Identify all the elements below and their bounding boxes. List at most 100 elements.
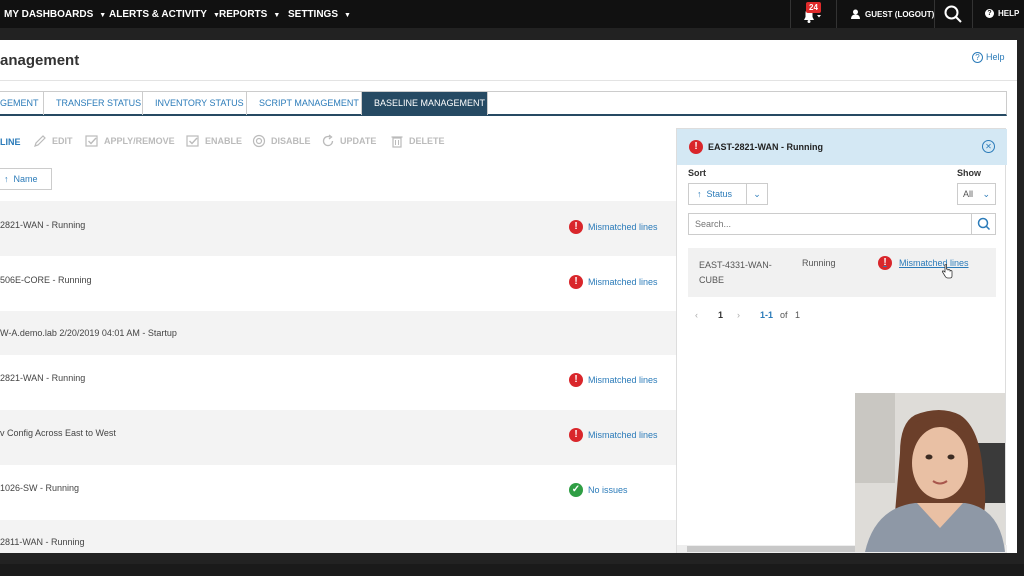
list-item-status-label: Mismatched lines [588,222,658,232]
nav-reports[interactable]: REPORTS ▼ [219,9,280,20]
tab-script-management[interactable]: SCRIPT MANAGEMENT [247,92,362,115]
panel-header: ! EAST-2821-WAN - Running ✕ [677,129,1007,165]
nav-my-dashboards-label: MY DASHBOARDS [4,9,94,20]
nav-divider [790,0,791,28]
update-button[interactable]: UPDATE [321,134,376,148]
list-item[interactable]: W-A.demo.lab 2/20/2019 04:01 AM - Startu… [0,311,676,355]
result-name-line1: EAST-4331-WAN- [699,260,772,270]
page-range: 1-1 [760,310,774,320]
presenter-video [855,393,1005,552]
list-item-status-label: Mismatched lines [588,277,658,287]
edit-label: EDIT [52,136,73,146]
arrow-up-icon: ↑ [697,189,702,199]
list-item[interactable]: 2821-WAN - Running ! Mismatched lines [0,355,676,410]
tab-management[interactable]: GEMENT [0,92,44,115]
close-icon[interactable]: ✕ [982,140,995,153]
list-item-name: 1026-SW - Running [0,483,80,493]
nav-settings[interactable]: SETTINGS ▼ [288,9,351,20]
chevron-down-icon: ▼ [273,12,281,19]
delete-button[interactable]: DELETE [390,134,445,148]
sort-select[interactable]: ↑ Status ⌄ [688,183,768,205]
list-item-status[interactable]: ! Mismatched lines [569,373,658,387]
list-item-status[interactable]: ! Mismatched lines [569,220,658,234]
show-label: Show [957,168,981,178]
panel-title-label: EAST-2821-WAN - Running [708,142,824,152]
baseline-button-label: LINE [0,137,21,147]
list-item-status[interactable]: ! Mismatched lines [569,428,658,442]
enable-button[interactable]: ENABLE [186,134,242,148]
baseline-button[interactable]: LINE [0,137,21,147]
current-page[interactable]: 1 [718,310,723,320]
chevron-down-icon[interactable]: ⌄ [746,184,767,204]
search-input[interactable] [689,214,971,234]
result-name-line2: CUBE [699,275,725,285]
show-select[interactable]: All ⌄ [957,183,996,205]
list-item-status-label: Mismatched lines [588,430,658,440]
nav-alerts-activity[interactable]: ALERTS & ACTIVITY ▼ [109,9,220,20]
result-item[interactable]: EAST-4331-WAN- CUBE Running ! Mismatched l… [688,248,996,297]
tab-baseline-management[interactable]: BASELINE MANAGEMENT [362,92,488,115]
hand-cursor-icon [941,264,953,279]
list-item-name: 2811-WAN - Running [0,537,85,547]
chevron-down-icon: ▼ [344,12,351,19]
list-item[interactable]: 2811-WAN - Running [0,520,676,553]
list-item-name: v Config Across East to West [0,428,116,438]
global-search-button[interactable] [944,5,962,26]
sort-name-label: Name [13,174,38,184]
nav-reports-label: REPORTS [219,9,268,20]
tab-transfer-status[interactable]: TRANSFER STATUS [44,92,143,115]
chevron-left-icon[interactable]: ‹ [695,310,698,320]
tab-inventory-status[interactable]: INVENTORY STATUS [143,92,247,115]
sort-by-name-button[interactable]: ↑ Name [0,168,52,190]
error-icon: ! [569,373,583,387]
page-of-label: of [780,310,788,320]
mismatched-lines-link[interactable]: ! Mismatched lines [878,256,969,270]
chevron-down-icon: ▼ [99,12,107,19]
trash-icon [391,136,403,148]
apply-remove-button[interactable]: APPLY/REMOVE [85,134,175,148]
enable-label: ENABLE [205,136,243,146]
panel-title: ! EAST-2821-WAN - Running [689,140,823,154]
title-divider [0,80,1017,81]
disable-icon [252,134,266,148]
user-icon [851,9,860,19]
nav-settings-label: SETTINGS [288,9,339,20]
top-nav-bar: MY DASHBOARDS ▼ ALERTS & ACTIVITY ▼ REPORT… [0,0,1024,28]
list-item[interactable]: v Config Across East to West ! Mismatched… [0,410,676,465]
result-state: Running [802,258,836,268]
webcam-overlay [855,393,1005,552]
search-icon [944,5,962,23]
scrollbar-thumb[interactable] [687,546,862,552]
list-item-name: 2821-WAN - Running [0,220,86,230]
list-item[interactable]: 2821-WAN - Running ! Mismatched lines [0,201,676,256]
list-item-status-label: No issues [588,485,628,495]
help-nav-label: HELP [998,9,1020,18]
list-item-name: 506E-CORE - Running [0,275,92,285]
disable-button[interactable]: DISABLE [252,134,311,148]
taskbar-strip [0,564,1024,576]
enable-icon [186,135,199,147]
help-link[interactable]: ? Help [972,52,1005,63]
update-label: UPDATE [340,136,377,146]
help-icon: ? [985,9,994,18]
pencil-icon [34,135,46,147]
list-item[interactable]: 1026-SW - Running ✓ No issues [0,465,676,520]
error-icon: ! [689,140,703,154]
list-item-status[interactable]: ! Mismatched lines [569,275,658,289]
page-total: 1 [795,310,801,320]
error-icon: ! [878,256,892,270]
edit-button[interactable]: EDIT [33,134,73,148]
list-item-status[interactable]: ✓ No issues [569,483,628,497]
nav-alerts-label: ALERTS & ACTIVITY [109,9,207,20]
help-circle-icon: ? [972,52,983,63]
arrow-up-icon: ↑ [4,174,9,184]
nav-my-dashboards[interactable]: MY DASHBOARDS ▼ [4,9,106,20]
page-title: anagement [0,52,80,69]
nav-divider [836,0,837,28]
search-button[interactable] [971,214,995,234]
chevron-right-icon[interactable]: › [737,310,740,320]
user-logout-link[interactable]: GUEST (LOGOUT) [851,9,934,19]
list-item[interactable]: 506E-CORE - Running ! Mismatched lines [0,256,676,311]
nav-divider [972,0,973,28]
help-nav-link[interactable]: ? HELP [985,9,1019,18]
